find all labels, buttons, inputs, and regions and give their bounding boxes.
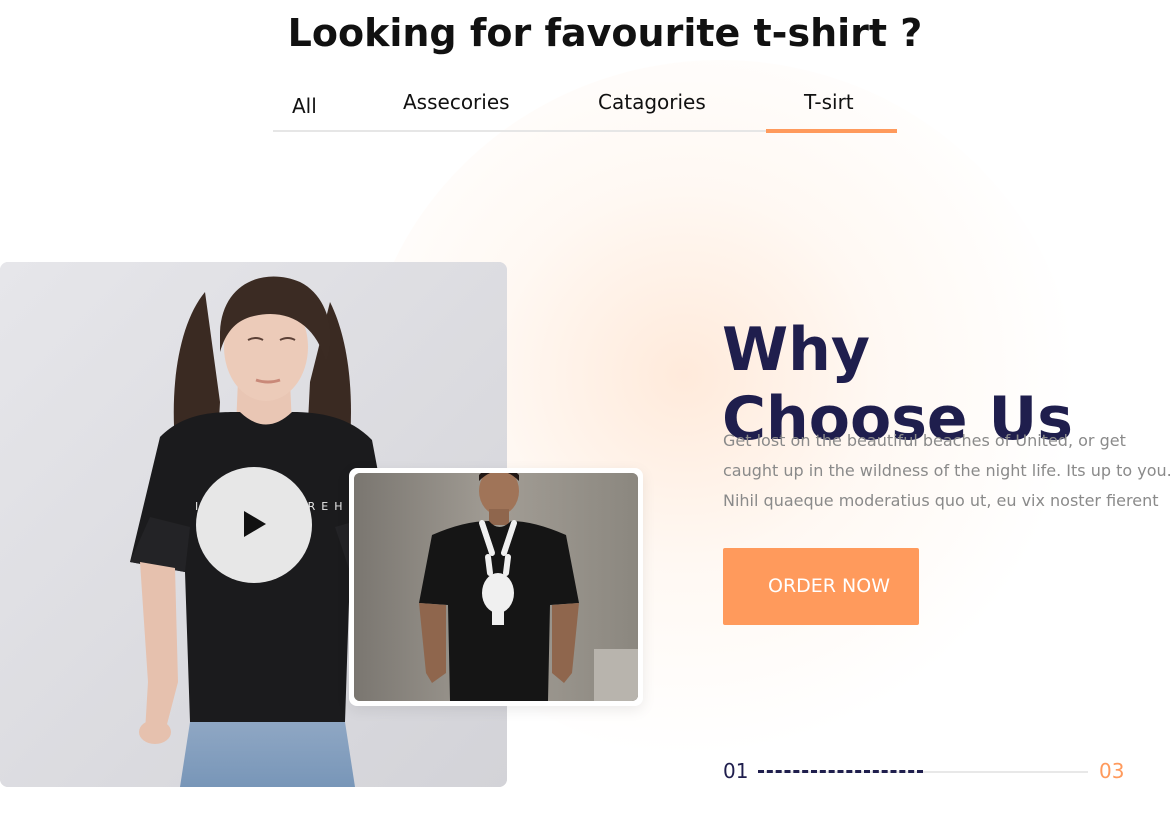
- page-title: Looking for favourite t-shirt ?: [287, 11, 923, 56]
- description-line-2: caught up in the wildness of the night l…: [723, 461, 1170, 480]
- slider-total-count: 03: [1099, 759, 1125, 783]
- tab-tsirt[interactable]: T-sirt: [804, 90, 854, 114]
- slider-progress-track[interactable]: [758, 769, 1088, 775]
- tab-all[interactable]: All: [292, 94, 317, 118]
- man-tshirt-illustration: [354, 473, 638, 701]
- secondary-product-card: [349, 468, 643, 706]
- description-line-3: Nihil quaeque moderatius quo ut, eu vix …: [723, 491, 1159, 510]
- section-description: Get lost on the beautiful beaches of Uni…: [723, 426, 1170, 516]
- heading-line-1: Why: [722, 314, 871, 385]
- play-video-button[interactable]: [196, 467, 312, 583]
- category-tabs: All Assecories Catagories T-sirt: [273, 84, 897, 133]
- description-line-1: Get lost on the beautiful beaches of Uni…: [723, 431, 1126, 450]
- tab-catagories[interactable]: Catagories: [598, 90, 706, 114]
- active-tab-indicator: [766, 129, 897, 133]
- secondary-product-photo: [354, 473, 638, 701]
- slider-progress-fill: [758, 770, 923, 773]
- order-now-button[interactable]: ORDER NOW: [723, 548, 919, 625]
- play-icon: [244, 511, 266, 537]
- slider-current-index: 01: [723, 759, 749, 783]
- tab-assecories[interactable]: Assecories: [403, 90, 510, 114]
